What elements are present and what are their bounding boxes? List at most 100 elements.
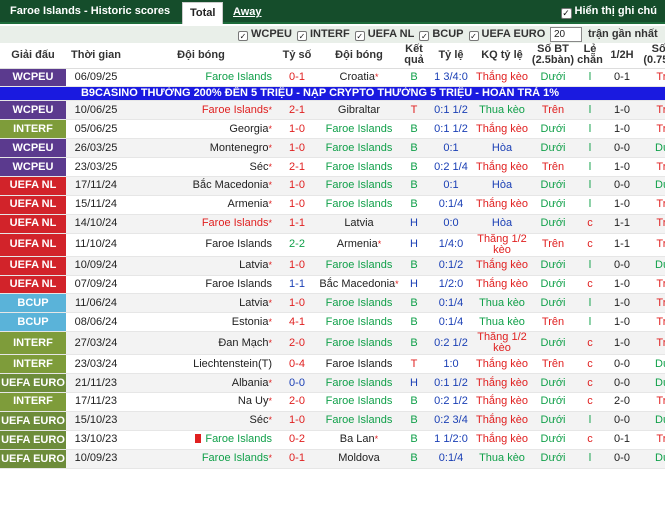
over-under-0-75: Trên — [640, 275, 665, 295]
show-notes-toggle[interactable]: ✓ Hiển thị ghi chú — [560, 5, 657, 19]
table-row[interactable]: BCUP 11/06/24 Latvia* 1-0 Faroe Islands B 0:1/… — [0, 293, 665, 314]
table-row[interactable]: UEFA EURO 13/10/23 Faroe Islands 0-2 Ba Lan*… — [0, 430, 665, 450]
home-team[interactable]: Faroe Islands* — [126, 214, 276, 234]
half-time-score: 1-0 — [604, 195, 640, 215]
table-row[interactable]: BCUP 08/06/24 Estonia* 4-1 Faroe Islands B 0:1… — [0, 312, 665, 333]
odd-even: l — [576, 119, 604, 140]
table-row[interactable]: UEFA NL 11/10/24 Faroe Islands 2-2 Armenia* H… — [0, 233, 665, 257]
home-team[interactable]: Faroe Islands — [126, 430, 276, 450]
half-time-score: 0-1 — [604, 68, 640, 88]
table-row[interactable]: UEFA NL 14/10/24 Faroe Islands* 1-1 Latvia H 0… — [0, 214, 665, 234]
away-team[interactable]: Faroe Islands — [318, 176, 400, 196]
match-date: 11/10/24 — [66, 233, 126, 257]
team-name: Faroe Islands — [325, 336, 393, 349]
match-result: B — [400, 256, 428, 276]
table-row[interactable]: WCPEU 23/03/25 Séc* 2-1 Faroe Islands B 0:2 1/… — [0, 157, 665, 177]
away-team[interactable]: Faroe Islands — [318, 331, 400, 356]
home-team[interactable]: Séc* — [126, 157, 276, 177]
home-team[interactable]: Faroe Islands* — [126, 449, 276, 469]
team-name: Faroe Islands — [201, 452, 269, 465]
odds-value: 0:1 1/2 — [428, 119, 474, 140]
home-team[interactable]: Faroe Islands* — [126, 100, 276, 121]
filter-bcup[interactable]: ✓ BCUP — [419, 28, 464, 41]
filter-uefa-nl[interactable]: ✓ UEFA NL — [354, 28, 414, 41]
checkbox-icon[interactable]: ✓ — [468, 31, 479, 41]
away-team[interactable]: Faroe Islands — [318, 312, 400, 333]
tab-total[interactable]: Total — [182, 2, 224, 24]
tab-away[interactable]: Away — [226, 2, 269, 24]
home-team[interactable]: Georgia* — [126, 119, 276, 140]
checkbox-icon[interactable]: ✓ — [419, 31, 430, 41]
table-row[interactable]: INTERF 27/03/24 Đan Mạch* 2-0 Faroe Islands B… — [0, 331, 665, 356]
filter-label: WCPEU — [251, 28, 292, 40]
over-under-2-5: Dưới — [530, 256, 576, 276]
table-row[interactable]: WCPEU 06/09/25 Faroe Islands 0-1 Croatia* B 1 … — [0, 68, 665, 88]
away-team[interactable]: Faroe Islands — [318, 195, 400, 215]
table-row[interactable]: UEFA EURO 15/10/23 Séc* 1-0 Faroe Islands B 0:… — [0, 411, 665, 431]
away-team[interactable]: Faroe Islands — [318, 293, 400, 314]
away-team[interactable]: Faroe Islands — [318, 392, 400, 412]
table-row[interactable]: UEFA EURO 21/11/23 Albania* 0-0 Faroe Island… — [0, 373, 665, 393]
match-score: 2-0 — [276, 392, 318, 412]
table-row[interactable]: WCPEU 10/06/25 Faroe Islands* 2-1 Gibraltar T… — [0, 100, 665, 121]
table-row[interactable]: UEFA EURO 10/09/23 Faroe Islands* 0-1 Moldov… — [0, 449, 665, 469]
checkbox-icon[interactable]: ✓ — [354, 31, 365, 41]
match-score: 0-4 — [276, 354, 318, 375]
home-team[interactable]: Latvia* — [126, 293, 276, 314]
ad-banner-text[interactable]: B9CASINO THƯỞNG 200% ĐẾN 5 TRIỆU - NẠP C… — [0, 86, 640, 102]
table-row[interactable]: INTERF 23/03/24 Liechtenstein(T) 0-4 Faroe I… — [0, 354, 665, 375]
away-team[interactable]: Faroe Islands — [318, 138, 400, 159]
away-team[interactable]: Armenia* — [318, 233, 400, 257]
home-team[interactable]: Faroe Islands — [126, 233, 276, 257]
away-team[interactable]: Latvia — [318, 214, 400, 234]
home-team[interactable]: Faroe Islands — [126, 68, 276, 88]
home-team[interactable]: Armenia* — [126, 195, 276, 215]
table-row[interactable]: INTERF 17/11/23 Na Uy* 2-0 Faroe Islands B 0:2… — [0, 392, 665, 412]
filter-interf[interactable]: ✓ INTERF — [296, 28, 350, 41]
league-badge: UEFA NL — [0, 275, 66, 295]
table-row[interactable]: UEFA NL 07/09/24 Faroe Islands 1-1 Bắc Maced… — [0, 275, 665, 295]
away-team[interactable]: Faroe Islands — [318, 119, 400, 140]
home-team[interactable]: Montenegro* — [126, 138, 276, 159]
table-row[interactable]: INTERF 05/06/25 Georgia* 1-0 Faroe Islands B 0… — [0, 119, 665, 140]
away-team[interactable]: Faroe Islands — [318, 411, 400, 431]
home-team[interactable]: Liechtenstein(T) — [126, 354, 276, 375]
away-team[interactable]: Faroe Islands — [318, 354, 400, 375]
home-team[interactable]: Albania* — [126, 373, 276, 393]
team-name: Faroe Islands — [325, 395, 393, 408]
half-time-score: 1-0 — [604, 119, 640, 140]
filter-uefa-euro[interactable]: ✓ UEFA EURO — [468, 28, 545, 41]
home-team[interactable]: Séc* — [126, 411, 276, 431]
home-team[interactable]: Na Uy* — [126, 392, 276, 412]
home-team[interactable]: Latvia* — [126, 256, 276, 276]
away-team[interactable]: Moldova — [318, 449, 400, 469]
odds-value: 1 1/2:0 — [428, 430, 474, 450]
away-team[interactable]: Croatia* — [318, 68, 400, 88]
table-row[interactable]: UEFA NL 15/11/24 Armenia* 1-0 Faroe Islands B… — [0, 195, 665, 215]
table-row[interactable]: WCPEU 26/03/25 Montenegro* 1-0 Faroe Islands… — [0, 138, 665, 159]
away-team[interactable]: Bắc Macedonia* — [318, 275, 400, 295]
match-date: 05/06/25 — [66, 119, 126, 140]
home-team[interactable]: Faroe Islands — [126, 275, 276, 295]
match-count-select[interactable]: 20 — [550, 27, 582, 42]
home-team[interactable]: Đan Mạch* — [126, 331, 276, 356]
home-team[interactable]: Bắc Macedonia* — [126, 176, 276, 196]
away-team[interactable]: Ba Lan* — [318, 430, 400, 450]
away-team[interactable]: Faroe Islands — [318, 373, 400, 393]
odds-result: Thua kèo — [474, 312, 530, 333]
ad-banner[interactable]: B9CASINO THƯỞNG 200% ĐẾN 5 TRIỆU - NẠP C… — [0, 86, 665, 102]
checkbox-icon[interactable]: ✓ — [238, 31, 248, 41]
league-badge: INTERF — [0, 354, 66, 375]
filter-wcpeu[interactable]: ✓ WCPEU — [238, 28, 292, 41]
over-under-2-5: Dưới — [530, 119, 576, 140]
away-team[interactable]: Faroe Islands — [318, 256, 400, 276]
table-row[interactable]: UEFA NL 17/11/24 Bắc Macedonia* 1-0 Faroe Is… — [0, 176, 665, 196]
checkbox-icon[interactable]: ✓ — [560, 8, 572, 19]
table-row[interactable]: UEFA NL 10/09/24 Latvia* 1-0 Faroe Islands B 0… — [0, 256, 665, 276]
odds-value: 0:1 — [428, 138, 474, 159]
away-team[interactable]: Faroe Islands — [318, 157, 400, 177]
home-team[interactable]: Estonia* — [126, 312, 276, 333]
away-team[interactable]: Gibraltar — [318, 100, 400, 121]
match-score: 1-1 — [276, 275, 318, 295]
checkbox-icon[interactable]: ✓ — [296, 31, 307, 41]
